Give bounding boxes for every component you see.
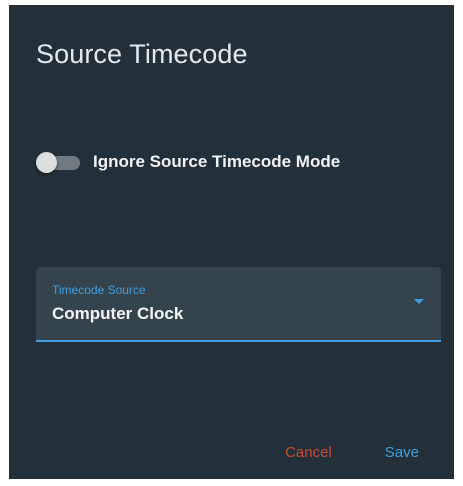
- cancel-button[interactable]: Cancel: [277, 438, 340, 467]
- select-value: Computer Clock: [52, 304, 184, 323]
- select-label: Timecode Source: [52, 283, 146, 297]
- chevron-down-icon[interactable]: [414, 299, 424, 304]
- dialog-actions: Cancel Save: [277, 437, 454, 467]
- save-button[interactable]: Save: [377, 438, 427, 467]
- dialog-title: Source Timecode: [36, 39, 248, 69]
- toggle-label: Ignore Source Timecode Mode: [93, 152, 341, 171]
- ignore-mode-toggle-row: Ignore Source Timecode Mode: [36, 149, 340, 175]
- source-timecode-dialog: Source Timecode Ignore Source Timecode M…: [9, 5, 454, 479]
- ignore-source-timecode-toggle[interactable]: [36, 149, 82, 175]
- timecode-source-select[interactable]: Timecode Source Computer Clock: [36, 267, 441, 342]
- toggle-thumb[interactable]: [36, 152, 57, 173]
